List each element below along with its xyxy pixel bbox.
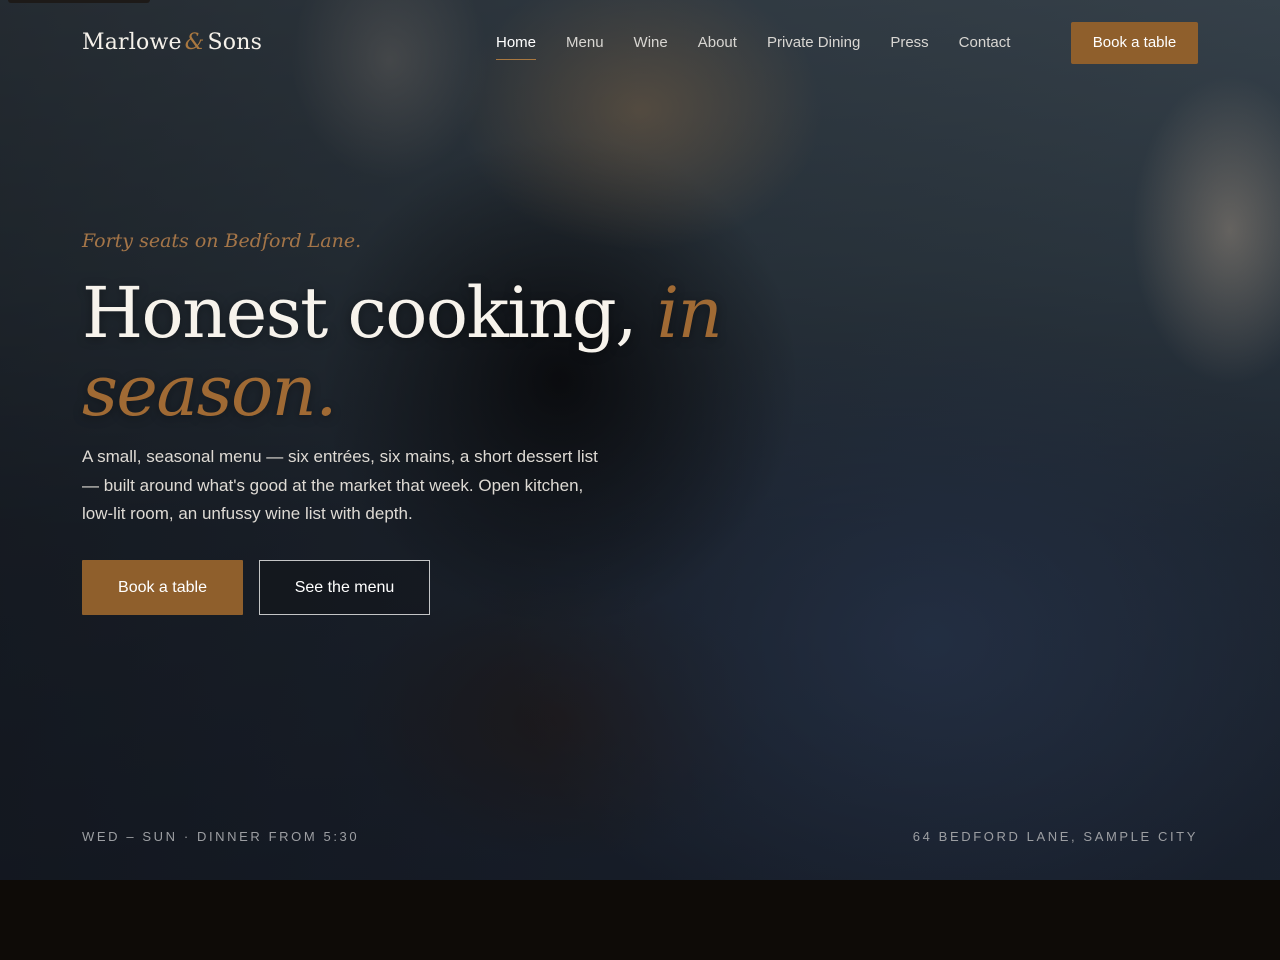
book-table-nav-button[interactable]: Book a table: [1071, 22, 1198, 64]
brand-logo[interactable]: Marlowe & Sons: [82, 28, 262, 58]
brand-ampersand: &: [184, 30, 205, 55]
nav-item-contact[interactable]: Contact: [959, 31, 1011, 55]
nav-item-about[interactable]: About: [698, 31, 737, 55]
book-table-button[interactable]: Book a table: [82, 560, 243, 615]
hero-overlay: [0, 0, 1280, 880]
next-section-band: [0, 880, 1280, 960]
hero-headline: Honest cooking, in season.: [82, 272, 723, 430]
hero-description: A small, seasonal menu — six entrées, si…: [82, 447, 598, 523]
opening-hours: WED – SUN · DINNER FROM 5:30: [82, 829, 360, 844]
nav-item-menu[interactable]: Menu: [566, 31, 604, 55]
nav-item-press[interactable]: Press: [890, 31, 928, 55]
brand-name-first: Marlowe: [82, 30, 182, 55]
see-menu-button[interactable]: See the menu: [259, 560, 430, 615]
nav-item-private-dining[interactable]: Private Dining: [767, 31, 860, 55]
nav-item-home[interactable]: Home: [496, 31, 537, 60]
brand-name-second: Sons: [207, 30, 263, 55]
main-nav: Home Menu Wine About Private Dining Pres…: [496, 31, 1040, 60]
headline-plain: Honest cooking,: [82, 272, 637, 354]
hero-background-image: [0, 0, 1280, 880]
hero-eyebrow: Forty seats on Bedford Lane.: [82, 230, 362, 252]
restaurant-address: 64 BEDFORD LANE, SAMPLE CITY: [912, 829, 1198, 844]
top-edge-tab: [8, 0, 150, 3]
nav-item-wine[interactable]: Wine: [634, 31, 668, 55]
